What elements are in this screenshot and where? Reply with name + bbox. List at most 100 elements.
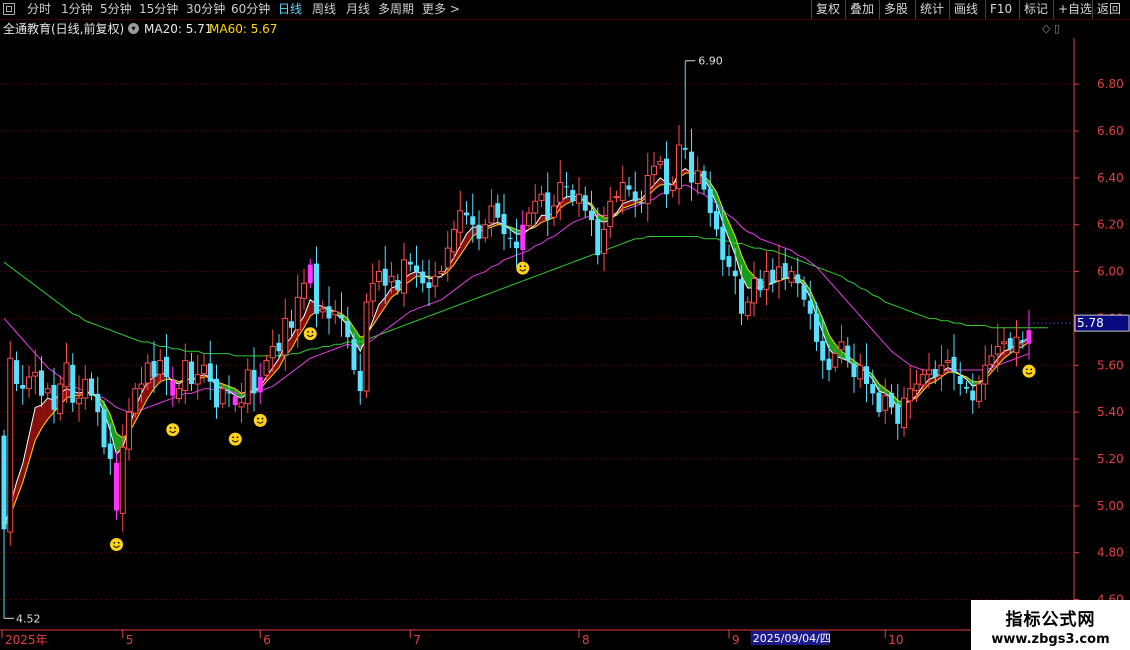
chevron-down-icon[interactable]: ▾ — [128, 23, 139, 34]
candle-body — [269, 346, 276, 359]
candle-body — [144, 362, 151, 384]
tab-15min[interactable]: 15分钟 — [139, 0, 178, 19]
watermark-url: www.zbgs3.com — [991, 632, 1110, 647]
smiley-icon — [110, 538, 123, 552]
tab-daily[interactable]: 日线 — [278, 0, 302, 19]
y-tick-label: 4.80 — [1097, 546, 1124, 560]
tab-monthly[interactable]: 月线 — [346, 0, 370, 19]
candle-body — [214, 378, 219, 408]
stats-button[interactable]: 统计 — [915, 0, 948, 19]
back-button[interactable]: 返回 — [1092, 0, 1125, 19]
candle-body — [895, 403, 901, 424]
candle-body — [176, 388, 182, 400]
candle-body — [770, 269, 776, 284]
candle-body — [363, 301, 370, 392]
layout-icon[interactable] — [3, 3, 15, 15]
candle-body — [714, 211, 719, 230]
period-toolbar: 分时 1分钟 5分钟 15分钟 30分钟 60分钟 日线 周线 月线 多周期 更… — [0, 0, 1130, 20]
ma60-value: MA60: 5.67 — [209, 22, 278, 36]
candle-body — [919, 374, 926, 386]
candle-body — [632, 191, 638, 202]
tab-30min[interactable]: 30分钟 — [186, 0, 225, 19]
candle-body — [838, 341, 845, 351]
candle-body — [669, 184, 676, 192]
draw-button[interactable]: 画线 — [949, 0, 982, 19]
tab-weekly[interactable]: 周线 — [312, 0, 336, 19]
smiley-face — [166, 423, 180, 437]
candle-body — [1001, 341, 1007, 345]
multi-stock-button[interactable]: 多股 — [879, 0, 912, 19]
candle-body — [495, 203, 501, 218]
candle-body — [589, 210, 594, 221]
tab-multi-period[interactable]: 多周期 — [378, 0, 414, 19]
candle-body — [676, 144, 682, 190]
ma-green-line — [3, 235, 1048, 357]
candle-body — [232, 396, 238, 406]
candle-body — [707, 188, 713, 214]
ma-band-fill — [385, 287, 392, 307]
candle-body — [276, 342, 282, 352]
smiley-face — [1022, 364, 1036, 378]
candle-body — [532, 200, 539, 214]
candle-body — [51, 384, 57, 410]
candle-body — [132, 388, 139, 414]
candle-body — [263, 360, 270, 376]
smiley-eye — [1030, 368, 1033, 371]
smiley-eye — [1025, 368, 1028, 371]
panel-toggle-icon[interactable]: ◇ ▯ — [1042, 22, 1060, 35]
candle-body — [976, 383, 982, 402]
tab-1min[interactable]: 1分钟 — [61, 0, 93, 19]
candle-body — [39, 370, 44, 396]
candle-body — [294, 296, 301, 331]
candle-body — [889, 392, 894, 408]
candle-body — [932, 369, 938, 377]
candle-body — [244, 369, 251, 405]
candle-body — [201, 364, 207, 375]
candle-body — [57, 383, 64, 415]
adjust-button[interactable]: 复权 — [811, 0, 844, 19]
candle-body — [1013, 336, 1020, 354]
tab-5min[interactable]: 5分钟 — [100, 0, 132, 19]
candle-body — [345, 321, 351, 338]
tab-fenshi[interactable]: 分时 — [27, 0, 51, 19]
smiley-icon — [166, 423, 180, 437]
candle-body — [913, 383, 920, 392]
candle-body — [319, 308, 326, 313]
candle-body — [332, 310, 339, 316]
candle-body — [20, 384, 26, 389]
smiley-icon — [1022, 364, 1036, 378]
candle-body — [657, 160, 664, 165]
kline-chart[interactable]: 6.806.606.406.206.005.805.605.405.205.00… — [0, 38, 1130, 650]
candle-body — [376, 271, 382, 282]
candle-body — [857, 364, 864, 380]
candle-body — [182, 360, 189, 392]
smiley-eye — [519, 265, 522, 268]
candle-body — [414, 265, 419, 272]
mark-button[interactable]: 标记 — [1019, 0, 1052, 19]
smiley-eye — [307, 330, 309, 333]
candle-body — [776, 266, 782, 281]
overlay-button[interactable]: 叠加 — [845, 0, 878, 19]
tab-60min[interactable]: 60分钟 — [231, 0, 270, 19]
smiley-face — [516, 261, 530, 275]
candle-body — [32, 371, 39, 377]
candle-body — [739, 279, 744, 314]
candle-body — [801, 285, 807, 300]
more-menu[interactable]: 更多 > — [422, 0, 460, 19]
ma-band-fill — [16, 463, 23, 499]
candle-body — [289, 321, 294, 328]
candle-body — [601, 228, 607, 254]
candle-body — [420, 271, 426, 284]
f10-button[interactable]: F10 — [985, 0, 1016, 19]
candle-body — [339, 315, 344, 319]
candle-body — [164, 356, 169, 377]
candle-body — [219, 388, 226, 405]
y-tick-label: 6.00 — [1097, 265, 1124, 279]
add-favorite-button[interactable]: +自选 — [1053, 0, 1096, 19]
candle-body — [694, 170, 701, 184]
candle-body — [751, 278, 757, 304]
candle-body — [613, 196, 620, 199]
candle-body — [107, 443, 113, 459]
candle-body — [988, 355, 995, 365]
candle-body — [864, 366, 869, 385]
